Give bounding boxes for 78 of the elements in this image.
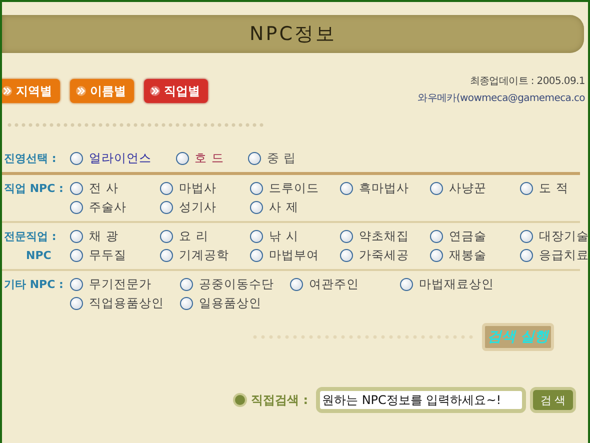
radio-button[interactable] [290, 278, 303, 291]
option-label: 채 광 [89, 228, 118, 245]
radio-button[interactable] [160, 249, 173, 262]
bullet-icon [233, 393, 248, 407]
option-label: 여관주인 [309, 276, 359, 293]
option-label: 호 드 [194, 150, 224, 167]
option-label: 중 립 [266, 150, 296, 167]
view-tab[interactable]: 이름별 [70, 79, 134, 103]
option-label: 흑마법사 [359, 180, 409, 197]
radio-button[interactable] [250, 182, 263, 195]
radio-button[interactable] [160, 230, 173, 243]
author-contact: 와우메카(wowmeca@gamemeca.co [418, 92, 585, 106]
option-label: 무기전문가 [89, 276, 152, 293]
radio-button[interactable] [430, 182, 443, 195]
view-tab[interactable]: 지역별 [2, 79, 60, 103]
option-label: 드루이드 [269, 180, 319, 197]
radio-button[interactable] [520, 230, 533, 243]
option-label: 마법부여 [269, 247, 319, 264]
section-label: 진영선택 : [4, 151, 56, 167]
section-label: NPC [26, 248, 52, 264]
radio-button[interactable] [180, 297, 193, 310]
option-label: 약초채집 [359, 228, 409, 245]
section-label: 전문직업 : [4, 229, 56, 245]
radio-button[interactable] [340, 230, 353, 243]
option-label: 가죽세공 [359, 247, 409, 264]
radio-button[interactable] [70, 297, 83, 310]
option-label: 낚 시 [269, 228, 298, 245]
update-date: 최종업데이트 : 2005.09.1 [470, 75, 585, 89]
double-arrow-icon [76, 86, 86, 96]
radio-button[interactable] [70, 230, 83, 243]
option-label: 대장기술 [539, 228, 588, 245]
radio-button[interactable] [160, 201, 173, 214]
section-label: 직업 NPC : [4, 181, 64, 197]
radio-button[interactable] [520, 249, 533, 262]
option-label: 공중이동수단 [199, 276, 274, 293]
radio-button[interactable] [248, 152, 261, 165]
radio-button[interactable] [250, 201, 263, 214]
option-label: 응급치료 [539, 247, 588, 264]
radio-button[interactable] [430, 230, 443, 243]
double-arrow-icon [2, 86, 12, 96]
radio-button[interactable] [180, 278, 193, 291]
radio-button[interactable] [400, 278, 413, 291]
radio-button[interactable] [70, 201, 83, 214]
search-button[interactable]: 검 색 [530, 387, 576, 413]
option-label: 일용품상인 [199, 295, 262, 312]
radio-button[interactable] [70, 182, 83, 195]
radio-button[interactable] [160, 182, 173, 195]
option-label: 도 적 [539, 180, 568, 197]
option-label: 주술사 [89, 199, 126, 216]
radio-button[interactable] [250, 249, 263, 262]
radio-button[interactable] [430, 249, 443, 262]
option-label: 사냥꾼 [449, 180, 486, 197]
search-field[interactable]: 원하는 NPC정보를 입력하세요~! [316, 387, 526, 413]
radio-button[interactable] [70, 278, 83, 291]
option-label: 요 리 [179, 228, 208, 245]
search-label: 직접검색 : [251, 392, 308, 408]
radio-button[interactable] [520, 182, 533, 195]
option-label: 재봉술 [449, 247, 486, 264]
option-label: 무두질 [89, 247, 126, 264]
option-label: 얼라이언스 [89, 150, 152, 167]
radio-button[interactable] [70, 152, 83, 165]
option-label: 성기사 [179, 199, 216, 216]
radio-button[interactable] [340, 182, 353, 195]
option-label: 전 사 [89, 180, 118, 197]
double-arrow-icon [150, 86, 160, 96]
radio-button[interactable] [340, 249, 353, 262]
option-label: 기계공학 [179, 247, 229, 264]
section-label: 기타 NPC : [4, 277, 64, 293]
option-label: 직업용품상인 [89, 295, 164, 312]
radio-button[interactable] [176, 152, 188, 165]
option-label: 연금술 [449, 228, 486, 245]
option-label: 마법사 [179, 180, 216, 197]
radio-button[interactable] [250, 230, 263, 243]
radio-button[interactable] [70, 249, 83, 262]
option-label: 마법재료상인 [419, 276, 494, 293]
page-title: NPC정보 [250, 22, 336, 47]
view-tab[interactable]: 직업별 [144, 79, 208, 103]
option-label: 사 제 [269, 199, 298, 216]
